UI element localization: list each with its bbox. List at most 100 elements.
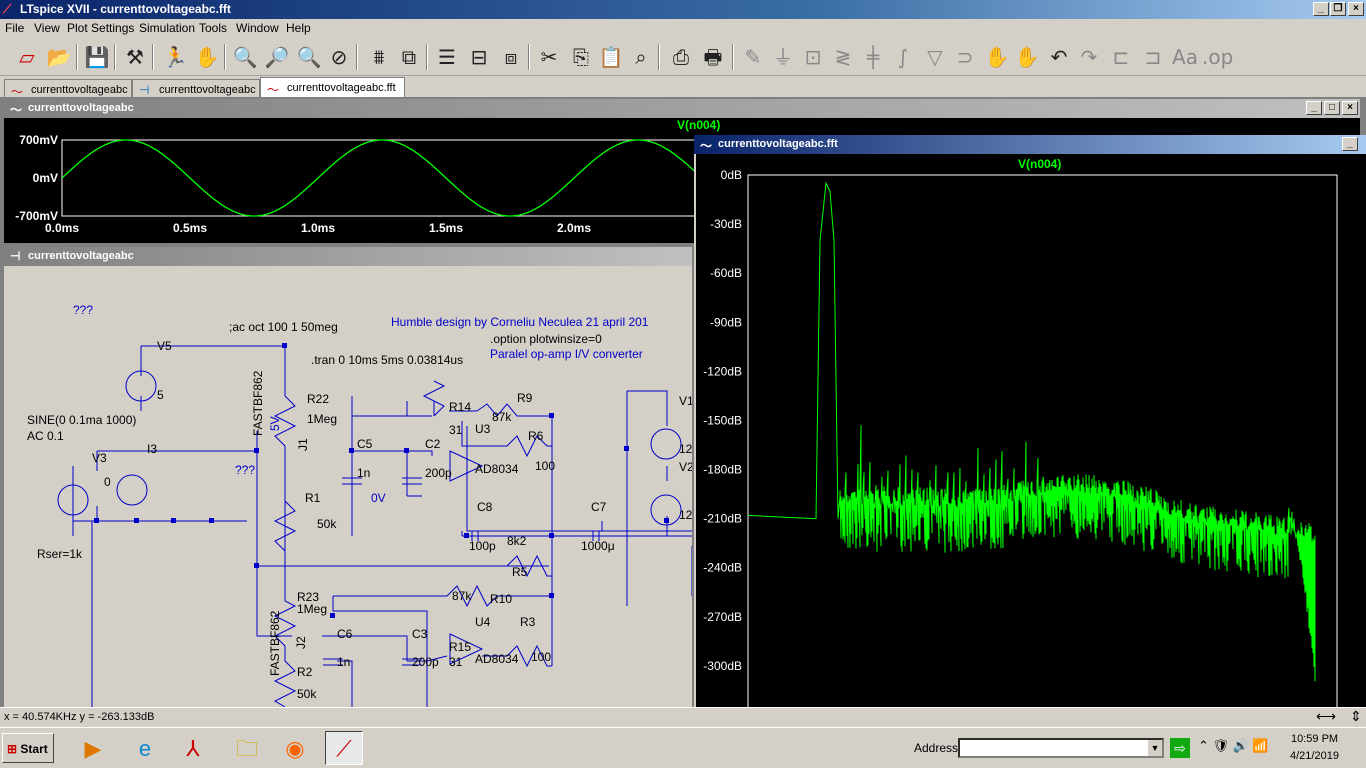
halt-icon[interactable]: ✋ (194, 44, 220, 70)
spice-directive-icon[interactable]: .op (1202, 44, 1233, 70)
fft-trace (747, 181, 1316, 682)
print-preview-icon[interactable]: ⎙ (668, 44, 694, 70)
svg-text:.option plotwinsize=0: .option plotwinsize=0 (490, 332, 602, 346)
svg-text:1Meg: 1Meg (297, 602, 327, 616)
svg-text:???: ??? (235, 463, 255, 477)
component-icon[interactable]: ⊃ (952, 44, 978, 70)
find-icon[interactable]: ⌕ (628, 44, 654, 70)
zoom-in-icon[interactable]: 🔍 (232, 44, 258, 70)
svg-text:R1: R1 (305, 491, 321, 505)
menu-simulation[interactable]: Simulation (139, 21, 195, 35)
copy-icon[interactable]: ⎘ (568, 44, 594, 70)
svg-text:C8: C8 (477, 500, 493, 514)
close-button[interactable]: × (1342, 101, 1358, 115)
tab-schematic[interactable]: 〜 currenttovoltageabc (4, 79, 132, 99)
tray-icons[interactable]: ⌃ 🛡 🔊 📶 (1198, 738, 1269, 754)
toolbar: ▱ 📂 💾 ⚒ 🏃 ✋ 🔍 🔎 🔍 ⊘ ⩩ ⧉ ☰ ⊟ ⧈ ✂ ⎘ 📋 ⌕ ⎙ … (0, 38, 1366, 76)
menu-file[interactable]: File (5, 21, 24, 35)
minimize-button[interactable]: _ (1306, 101, 1322, 115)
start-button[interactable]: ⊞ Start (2, 733, 54, 763)
pan-icon[interactable]: 🔎 (264, 44, 290, 70)
drag-icon[interactable]: ✋ (1014, 44, 1040, 70)
schematic-drawing: ??? ;ac oct 100 1 50meg Humble design by… (27, 303, 692, 707)
zoom-full-icon[interactable]: ⊘ (326, 44, 352, 70)
scroll-horizontal-icon[interactable]: ⟷ (1316, 708, 1336, 725)
svg-text:1n: 1n (357, 466, 370, 480)
resistor-icon[interactable]: ≷ (830, 44, 856, 70)
y-tick-label: -150dB (703, 413, 742, 427)
inductor-icon[interactable]: ∫ (890, 44, 916, 70)
cut-icon[interactable]: ✂ (536, 44, 562, 70)
tab-fft[interactable]: 〜 currenttovoltageabc.fft (260, 77, 405, 97)
maximize-button[interactable]: □ (1324, 101, 1340, 115)
menu-help[interactable]: Help (286, 21, 311, 35)
fft-window-titlebar[interactable]: 〜 currenttovoltageabc.fft _ (694, 135, 1366, 154)
waveform-window-titlebar[interactable]: 〜 currenttovoltageabc _ □ × (4, 99, 1360, 118)
svg-text:R15: R15 (449, 640, 471, 654)
ground-icon[interactable]: ⏚ (770, 44, 796, 70)
go-icon[interactable]: ⇨ (1170, 738, 1190, 758)
print-icon[interactable]: 🖶 (700, 44, 726, 70)
svg-text:100p: 100p (469, 539, 496, 553)
menu-tools[interactable]: Tools (199, 21, 227, 35)
minimize-button[interactable]: _ (1342, 137, 1358, 151)
toolbar-separator (356, 44, 358, 70)
internet-explorer-icon[interactable]: e (126, 731, 164, 765)
control-panel-icon[interactable]: ⚒ (122, 44, 148, 70)
fft-window[interactable]: 〜 currenttovoltageabc.fft _ V(n004) 0dB -… (694, 135, 1366, 716)
save-icon[interactable]: 💾 (84, 44, 110, 70)
menu-plot-settings[interactable]: Plot Settings (67, 21, 134, 35)
svg-text:SINE(0 0.1ma 1000): SINE(0 0.1ma 1000) (27, 413, 136, 427)
chevron-down-icon[interactable]: ▼ (1148, 740, 1162, 756)
label-net-icon[interactable]: ⊡ (800, 44, 826, 70)
firefox-icon[interactable]: ◉ (276, 731, 314, 765)
undo-icon[interactable]: ↶ (1046, 44, 1072, 70)
app-icon: ⟋ (3, 2, 12, 16)
acrobat-icon[interactable]: ⅄ (174, 731, 212, 765)
schematic-window[interactable]: ⊣ currenttovoltageabc ??? ;ac oct 100 1 … (4, 247, 692, 707)
zoom-out-icon[interactable]: 🔍 (296, 44, 322, 70)
minimize-button[interactable]: _ (1313, 2, 1329, 16)
cascade-icon[interactable]: ⧈ (498, 44, 524, 70)
schematic-icon: ⊣ (139, 83, 150, 97)
move-icon[interactable]: ✋ (984, 44, 1010, 70)
menu-view[interactable]: View (34, 21, 60, 35)
mirror-icon[interactable]: ⊐ (1140, 44, 1166, 70)
tab-waveform[interactable]: ⊣ currenttovoltageabc (132, 79, 260, 97)
x-tick-label: 2.0ms (557, 221, 591, 235)
capacitor-icon[interactable]: ╪ (860, 44, 886, 70)
svg-text:R5: R5 (512, 565, 528, 579)
rotate-icon[interactable]: ⊏ (1108, 44, 1134, 70)
tile-horizontal-icon[interactable]: ☰ (434, 44, 460, 70)
svg-text:V2: V2 (679, 460, 692, 474)
redo-icon[interactable]: ↷ (1076, 44, 1102, 70)
fft-plot-area[interactable]: V(n004) 0dB -30dB -60dB -90dB -120dB -150dB -1… (696, 154, 1366, 716)
close-button[interactable]: × (1348, 2, 1364, 16)
run-icon[interactable]: 🏃 (162, 44, 188, 70)
text-icon[interactable]: Aa (1172, 44, 1198, 70)
wire-icon[interactable]: ✎ (740, 44, 766, 70)
toolbar-separator (76, 44, 78, 70)
restore-button[interactable]: ❐ (1330, 2, 1346, 16)
svg-text:1n: 1n (337, 655, 350, 669)
pick-visible-traces-icon[interactable]: ⧉ (396, 44, 422, 70)
file-explorer-icon[interactable]: 🗀 (228, 731, 266, 765)
diode-icon[interactable]: ▽ (922, 44, 948, 70)
tile-vertical-icon[interactable]: ⊟ (466, 44, 492, 70)
schematic-canvas[interactable]: ??? ;ac oct 100 1 50meg Humble design by… (7, 266, 692, 707)
paste-icon[interactable]: 📋 (598, 44, 624, 70)
new-schematic-icon[interactable]: ▱ (14, 44, 40, 70)
svg-text:C6: C6 (337, 627, 353, 641)
address-input[interactable]: ▼ (958, 738, 1164, 758)
resize-grip-icon[interactable]: ⇕ (1350, 708, 1362, 725)
ltspice-taskbar-icon[interactable]: ⟋ (325, 731, 363, 765)
media-player-icon[interactable]: ▶ (74, 731, 112, 765)
trace-label: V(n004) (677, 118, 720, 132)
taskbar: ⊞ Start ▶ e ⅄ 🗀 ◉ ⟋ Address ▼ ⇨ ⌃ 🛡 🔊 📶 … (0, 727, 1366, 768)
y-tick-label: -120dB (703, 364, 742, 378)
autorange-icon[interactable]: ⩩ (366, 44, 392, 70)
open-icon[interactable]: 📂 (46, 44, 72, 70)
y-tick-label: -240dB (703, 561, 742, 575)
schematic-window-titlebar[interactable]: ⊣ currenttovoltageabc (4, 247, 692, 266)
menu-window[interactable]: Window (236, 21, 279, 35)
